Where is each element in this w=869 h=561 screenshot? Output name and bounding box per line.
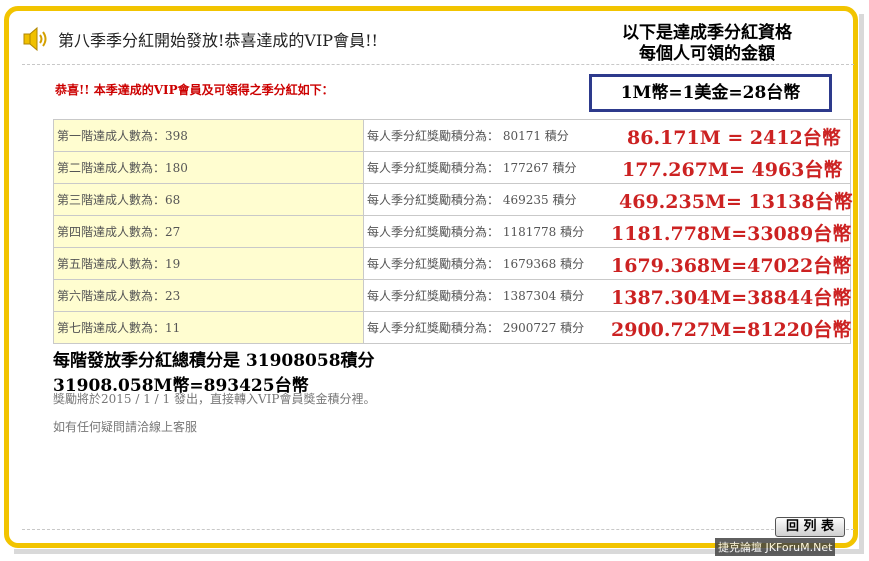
table-row: 第一階達成人數為：398 每人季分紅獎勵積分為： 80171 積分 86.171M… — [53, 119, 851, 152]
bonus-table: 第一階達成人數為：398 每人季分紅獎勵積分為： 80171 積分 86.171M… — [53, 119, 853, 344]
level-count-cell: 第三階達成人數為：68 — [53, 183, 364, 216]
points-text: 每人季分紅獎勵積分為： 80171 積分 — [367, 129, 569, 143]
payout-value: 2900.727M=81220台幣 — [611, 319, 852, 341]
contact-support-note: 如有任何疑問請洽線上客服 — [53, 420, 198, 434]
page-title: 第八季季分紅開始發放!恭喜達成的VIP會員!! — [58, 31, 378, 50]
exchange-rate-box: 1M幣=1美金=28台幣 — [589, 74, 832, 112]
site-watermark: 捷克論壇 JKForuM.Net — [715, 538, 836, 556]
table-row: 第六階達成人數為：23 每人季分紅獎勵積分為： 1387304 積分 1387.3… — [53, 279, 852, 312]
points-cell: 每人季分紅獎勵積分為： 469235 積分 469.235M= 13138台幣 — [363, 183, 853, 216]
points-text: 每人季分紅獎勵積分為： 1181778 積分 — [367, 225, 585, 239]
level-count-cell: 第一階達成人數為：398 — [53, 119, 364, 152]
table-row: 第五階達成人數為：19 每人季分紅獎勵積分為： 1679368 積分 1679.3… — [53, 247, 852, 280]
speaker-icon — [23, 26, 47, 52]
level-count-cell: 第二階達成人數為：180 — [53, 151, 364, 184]
points-cell: 每人季分紅獎勵積分為： 2900727 積分 2900.727M=81220台幣 — [363, 311, 852, 344]
payout-value: 1679.368M=47022台幣 — [611, 255, 852, 277]
bottom-divider — [22, 529, 854, 530]
payout-date-notice: 獎勵將於2015 / 1 / 1 發出，直接轉入VIP會員獎金積分裡。 — [53, 392, 376, 406]
table-row: 第三階達成人數為：68 每人季分紅獎勵積分為： 469235 積分 469.235… — [53, 183, 853, 216]
total-points-line: 每階發放季分紅總積分是 31908058積分 — [53, 351, 375, 371]
eligibility-note-line1: 以下是達成季分紅資格 — [622, 23, 792, 43]
level-count-cell: 第五階達成人數為：19 — [53, 247, 364, 280]
level-count-cell: 第七階達成人數為：11 — [53, 311, 364, 344]
table-row: 第四階達成人數為：27 每人季分紅獎勵積分為： 1181778 積分 1181.7… — [53, 215, 852, 248]
points-text: 每人季分紅獎勵積分為： 2900727 積分 — [367, 321, 585, 335]
points-text: 每人季分紅獎勵積分為： 1387304 積分 — [367, 289, 585, 303]
points-cell: 每人季分紅獎勵積分為： 1679368 積分 1679.368M=47022台幣 — [363, 247, 852, 280]
payout-value: 1387.304M=38844台幣 — [611, 287, 852, 309]
points-cell: 每人季分紅獎勵積分為： 80171 積分 86.171M = 2412台幣 — [363, 119, 851, 152]
back-to-list-button[interactable]: 回 列 表 — [775, 517, 845, 537]
level-count-cell: 第六階達成人數為：23 — [53, 279, 364, 312]
level-count-cell: 第四階達成人數為：27 — [53, 215, 364, 248]
eligibility-note: 以下是達成季分紅資格 每個人可領的金額 — [598, 23, 816, 65]
table-row: 第七階達成人數為：11 每人季分紅獎勵積分為： 2900727 積分 2900.7… — [53, 311, 852, 344]
payout-value: 177.267M= 4963台幣 — [622, 159, 843, 181]
points-cell: 每人季分紅獎勵積分為： 1387304 積分 1387.304M=38844台幣 — [363, 279, 852, 312]
points-cell: 每人季分紅獎勵積分為： 1181778 積分 1181.778M=33089台幣 — [363, 215, 852, 248]
points-text: 每人季分紅獎勵積分為： 1679368 積分 — [367, 257, 585, 271]
eligibility-note-line2: 每個人可領的金額 — [639, 44, 775, 64]
points-cell: 每人季分紅獎勵積分為： 177267 積分 177.267M= 4963台幣 — [363, 151, 851, 184]
payout-value: 86.171M = 2412台幣 — [627, 127, 841, 149]
payout-value: 469.235M= 13138台幣 — [619, 191, 853, 213]
payout-value: 1181.778M=33089台幣 — [611, 223, 852, 245]
points-text: 每人季分紅獎勵積分為： 177267 積分 — [367, 161, 577, 175]
table-row: 第二階達成人數為：180 每人季分紅獎勵積分為： 177267 積分 177.26… — [53, 151, 851, 184]
congrats-heading: 恭喜!! 本季達成的VIP會員及可領得之季分紅如下： — [55, 83, 334, 97]
points-text: 每人季分紅獎勵積分為： 469235 積分 — [367, 193, 577, 207]
frame-shadow-right — [859, 14, 864, 554]
